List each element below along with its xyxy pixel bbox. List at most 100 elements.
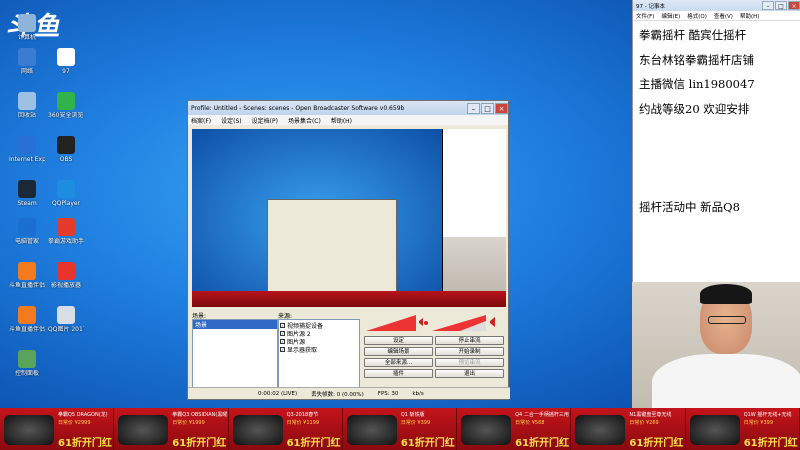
product-card[interactable]: 拳霸Q5 DRAGON(龙) 日常价 ¥2999 61折开门红 1699元 [0, 408, 115, 450]
notepad-line [639, 170, 794, 195]
streamer-body [652, 354, 800, 410]
webcam-feed [632, 282, 800, 410]
desktop-shortcut[interactable]: 斗鱼直播伴侣 [9, 306, 45, 333]
desktop-shortcut[interactable]: Internet Explorer [9, 136, 45, 163]
dropped-frames: 丢失帧数: 0 (0.00%) [311, 391, 364, 398]
scenes-list[interactable]: 场景 [192, 319, 278, 395]
source-label: 显示器获取 [287, 346, 318, 354]
shortcut-label: 计算机 [17, 34, 36, 41]
arcade-stick-image [689, 415, 740, 445]
exit-button[interactable]: 退出 [435, 369, 504, 378]
video-player-icon [57, 262, 75, 280]
menu-format[interactable]: 格式(O) [687, 12, 707, 20]
volume-meters[interactable] [364, 309, 504, 333]
start-record-button[interactable]: 开始录制 [435, 347, 504, 356]
obs-preview[interactable] [192, 129, 506, 307]
mic-icon[interactable] [424, 321, 428, 325]
stop-stream-button[interactable]: 停止串流 [435, 336, 504, 345]
menu-scene-collection[interactable]: 场景集合(C) [288, 116, 321, 125]
scene-item[interactable]: 场景 [193, 320, 277, 329]
desktop-shortcut[interactable]: QQPlayer [48, 180, 84, 207]
plugins-button[interactable]: 插件 [364, 369, 433, 378]
notepad-line: 东台林铭拳霸摇杆店铺 [639, 52, 754, 67]
shortcut-label: Steam [17, 200, 37, 207]
product-deal-price: 61折开门红 309元 [744, 434, 799, 449]
douyu-companion-icon-2 [18, 306, 36, 324]
shortcut-label: 控制面板 [14, 370, 39, 377]
desktop-shortcut[interactable]: 回收站 [9, 92, 45, 119]
desktop-shortcut[interactable]: 网络 [9, 48, 45, 75]
product-card[interactable]: N1黑键盘至尊无线日常价 ¥269 61折开门红 239元 [571, 408, 686, 450]
arcade-stick-image [118, 415, 169, 445]
desktop-shortcut[interactable]: OBS [48, 136, 84, 163]
obs-title-bar[interactable]: Profile: Untitled - Scenes: scenes - Ope… [188, 101, 508, 115]
checkbox-icon[interactable]: ✓ [280, 338, 285, 344]
notepad-line [639, 146, 794, 171]
speaker-icon-2[interactable] [490, 317, 495, 327]
source-item[interactable]: ✓ 显示器获取 [280, 345, 358, 354]
desktop-shortcut[interactable]: 控制面板 [9, 350, 45, 377]
control-panel-icon [18, 350, 36, 368]
product-deal-price: 61折开门红 508元 [515, 434, 570, 449]
desktop-shortcut[interactable]: 斗鱼直播伴侣 [9, 262, 45, 289]
close-button[interactable]: × [788, 1, 800, 10]
desktop-shortcut[interactable]: 电脑管家 [9, 218, 45, 245]
product-name: 拳霸Q5 DRAGON(龙) [58, 412, 108, 418]
desktop-shortcut[interactable]: 影视播放器 [48, 262, 84, 289]
edit-scene-button[interactable]: 编辑场景 [364, 347, 433, 356]
shortcut-label: 拳霸游戏助手 [48, 238, 84, 245]
notepad-text-area[interactable]: 拳霸摇杆 酷宾仕摇杆 东台林铭拳霸摇杆店铺 主播微信 lin1980047 约战等级2… [633, 21, 800, 221]
desktop-shortcut[interactable]: 97 [48, 48, 84, 75]
desktop-shortcut[interactable]: 360安全浏览器 [48, 92, 84, 119]
product-card[interactable]: Q1 斩铁版日常价 ¥399 61折开门红 268元 [343, 408, 458, 450]
qqplayer-icon [57, 180, 75, 198]
close-button[interactable]: × [495, 102, 508, 114]
preview-desktop-capture [192, 129, 442, 307]
global-sources-button[interactable]: 全部来源... [364, 358, 433, 367]
desktop-shortcut[interactable]: 拳霸游戏助手 [48, 218, 84, 245]
notepad-line: 主播微信 lin1980047 [639, 77, 755, 91]
product-name: N1黑键盘至尊无线 [629, 412, 672, 418]
menu-profile[interactable]: 设定档(P) [252, 116, 278, 125]
checkbox-icon[interactable]: ✓ [280, 346, 285, 352]
product-card[interactable]: Q3-2018春节日常价 ¥1199 61折开门红 949元 [229, 408, 343, 450]
menu-help[interactable]: 帮助(H) [740, 12, 759, 20]
sources-list[interactable]: ✓ 视频捕捉设备 ✓ 图片源 2 ✓ 图片源 ✓ 显示器获取 [278, 319, 360, 395]
desktop-shortcut[interactable]: 计算机 [9, 14, 45, 41]
minimize-button[interactable]: – [762, 1, 774, 10]
menu-file[interactable]: 档案(F) [191, 116, 211, 125]
stream-time: 0:00:02 (LIVE) [258, 390, 298, 397]
notepad-line: 拳霸摇杆 酷宾仕摇杆 [639, 28, 747, 42]
game-assist-icon [57, 218, 75, 236]
menu-edit[interactable]: 编辑(E) [661, 12, 680, 20]
product-card[interactable]: Q4 二合一手柄摇杆三用日常价 ¥568 61折开门红 508元 [457, 408, 572, 450]
maximize-button[interactable]: □ [481, 102, 494, 114]
menu-help[interactable]: 帮助(H) [331, 116, 352, 125]
preview-stream-button[interactable]: 预览串流 [435, 358, 504, 367]
shortcut-label: QQPlayer [51, 200, 81, 207]
product-banner: 拳霸Q5 DRAGON(龙)日常价 ¥299961折开门红 1699元拳霸Q3 … [0, 408, 800, 450]
desktop-shortcut[interactable]: QQ图片 20170911... [48, 306, 84, 333]
checkbox-icon[interactable]: ✓ [280, 330, 285, 336]
settings-button[interactable]: 设定 [364, 336, 433, 345]
menu-file[interactable]: 文件(F) [636, 12, 654, 20]
desktop-shortcut[interactable]: Steam [9, 180, 45, 207]
product-name: Q3-2018春节 [286, 412, 319, 418]
notepad-title-bar[interactable]: 97 - 记事本 – □ × [633, 0, 800, 11]
product-regular-price: 日常价 ¥399 [743, 420, 774, 426]
obs-title-text: Profile: Untitled - Scenes: scenes - Ope… [191, 104, 405, 112]
maximize-button[interactable]: □ [775, 1, 787, 10]
preview-notepad [443, 129, 506, 237]
speaker-icon[interactable] [419, 318, 423, 326]
product-card[interactable]: Q1W 摇杆无线+无线日常价 ¥399 61折开门红 309元 [686, 408, 800, 450]
menu-view[interactable]: 查看(V) [714, 12, 733, 20]
douyu-companion-icon [18, 262, 36, 280]
menu-settings[interactable]: 设定(S) [221, 116, 242, 125]
product-card[interactable]: 拳霸Q3 OBSIDIAN(黑曜石) 日常价 ¥1999 61折开门红 1099元 [114, 408, 229, 450]
minimize-button[interactable]: – [467, 102, 480, 114]
checkbox-icon[interactable]: ✓ [280, 322, 285, 328]
fps-readout: FPS: 30 [377, 390, 399, 397]
desktop-volume-meter[interactable] [366, 315, 416, 331]
product-deal-price: 61折开门红 1699元 [58, 434, 113, 449]
shortcut-label: OBS [59, 156, 73, 163]
